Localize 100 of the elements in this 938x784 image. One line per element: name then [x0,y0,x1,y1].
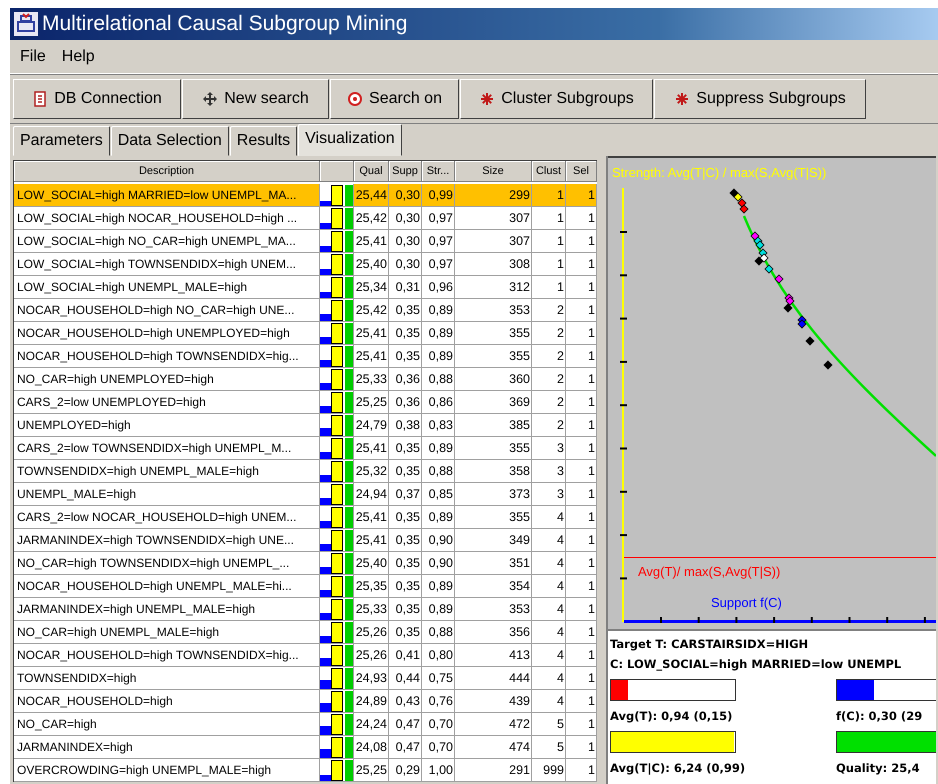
table-cell[interactable]: TOWNSENDIDX=high [14,667,320,690]
data-point [737,198,747,208]
table-cell[interactable]: CARS_2=low TOWNSENDIDX=high UNEMPL_M... [14,437,320,460]
column-header[interactable]: Description [14,161,320,182]
quality-bar [345,461,353,482]
table-cell[interactable]: NOCAR_HOUSEHOLD=high [14,690,320,713]
column-header[interactable]: Str... [422,161,455,182]
data-point [759,253,769,263]
table-cell: 0,37 [389,483,422,506]
strength-bar [331,507,343,528]
quality-bar [345,323,353,344]
column-header[interactable]: Supp [389,161,422,182]
column-header[interactable]: Sel [566,161,597,182]
toolbar-button[interactable]: Suppress Subgroups [654,79,866,119]
table-cell[interactable]: LOW_SOCIAL=high NOCAR_HOUSEHOLD=high ... [14,207,320,230]
target-icon [347,91,364,107]
table-cell: 24,93 [354,667,389,690]
table-cell: 24,79 [354,414,389,437]
table-cell: 1 [566,299,597,322]
strength-bar [331,461,343,482]
table-cell: 439 [455,690,532,713]
table-cell: 4 [532,529,566,552]
column-header[interactable]: Size [455,161,532,182]
table-cell: 1 [566,598,597,621]
table-cell[interactable]: NO_CAR=high [14,713,320,736]
menu-item[interactable]: Help [54,48,103,66]
quality-bar [345,254,353,275]
table-cell[interactable]: NO_CAR=high TOWNSENDIDX=high UNEMPL_... [14,552,320,575]
data-point [785,296,795,306]
table-cell: 1 [566,506,597,529]
table-cell[interactable]: JARMANINDEX=high [14,736,320,759]
tab[interactable]: Data Selection [110,126,229,156]
table-cell: 354 [455,575,532,598]
table-cell: 1,00 [422,759,455,782]
table-cell: 1 [566,552,597,575]
table-cell[interactable]: NOCAR_HOUSEHOLD=high TOWNSENDIDX=hig... [14,644,320,667]
table-cell[interactable]: UNEMPLOYED=high [14,414,320,437]
toolbar-button[interactable]: Cluster Subgroups [460,79,653,119]
table-cell: 385 [455,414,532,437]
table-cell: 0,99 [422,184,455,207]
table-cell[interactable]: LOW_SOCIAL=high UNEMPL_MALE=high [14,276,320,299]
table-cell: 1 [566,736,597,759]
table-cell[interactable]: UNEMPL_MALE=high [14,483,320,506]
tab[interactable]: Parameters [13,126,110,156]
quality-bar [345,737,353,758]
table-cell: 0,35 [389,437,422,460]
table-cell[interactable]: NOCAR_HOUSEHOLD=high UNEMPL_MALE=hi... [14,575,320,598]
table-cell: 3 [532,483,566,506]
quality-bar [345,392,353,413]
table-cell: 358 [455,460,532,483]
table-cell[interactable]: TOWNSENDIDX=high UNEMPL_MALE=high [14,460,320,483]
data-point [783,303,793,313]
strength-bar [331,392,343,413]
table-cell[interactable]: JARMANINDEX=high TOWNSENDIDX=high UNE... [14,529,320,552]
strength-bar [331,208,343,229]
table-cell: 0,29 [389,759,422,782]
tab[interactable]: Visualization [298,124,402,156]
table-cell: 0,35 [389,322,422,345]
table-cell: 0,75 [422,667,455,690]
table-cell[interactable]: NO_CAR=high UNEMPL_MALE=high [14,621,320,644]
table-cell[interactable]: NOCAR_HOUSEHOLD=high NO_CAR=high UNE... [14,299,320,322]
strength-bar [331,530,343,551]
table-cell[interactable]: CARS_2=low UNEMPLOYED=high [14,391,320,414]
table-cell: 0,38 [389,414,422,437]
quality-bar [345,553,353,574]
table-cell: 999 [532,759,566,782]
toolbar-button[interactable]: New search [182,79,329,119]
table-cell: 5 [532,713,566,736]
quality-bar [345,645,353,666]
table-cell[interactable]: NOCAR_HOUSEHOLD=high TOWNSENDIDX=hig... [14,345,320,368]
table-cell[interactable]: LOW_SOCIAL=high TOWNSENDIDX=high UNEM... [14,253,320,276]
table-cell: 1 [566,322,597,345]
toolbar-button[interactable]: Search on [330,79,459,119]
tab[interactable]: Results [230,126,298,156]
toolbar-button[interactable]: DB Connection [13,79,181,119]
column-header[interactable] [320,161,354,182]
table-cell: 0,76 [422,690,455,713]
table-cell[interactable]: NO_CAR=high UNEMPLOYED=high [14,368,320,391]
table-cell: 1 [532,207,566,230]
table-cell: 24,89 [354,690,389,713]
document-icon [32,91,48,107]
table-cell[interactable]: LOW_SOCIAL=high MARRIED=low UNEMPL_MA... [14,184,320,207]
table-cell: 25,41 [354,230,389,253]
table-cell: 356 [455,621,532,644]
table-cell: 1 [566,713,597,736]
table-cell[interactable]: OVERCROWDING=high UNEMPL_MALE=high [14,759,320,782]
column-header[interactable]: Qual [354,161,389,182]
table-cell: 0,47 [389,736,422,759]
menu-item[interactable]: File [12,48,54,66]
table-cell: 1 [566,690,597,713]
table-cell: 0,89 [422,437,455,460]
table-cell[interactable]: CARS_2=low NOCAR_HOUSEHOLD=high UNEM... [14,506,320,529]
table-cell[interactable]: NOCAR_HOUSEHOLD=high UNEMPLOYED=high [14,322,320,345]
meter-label: f(C): 0,30 (29 [836,708,924,725]
table-cell: 0,88 [422,368,455,391]
table-cell[interactable]: LOW_SOCIAL=high NO_CAR=high UNEMPL_MA... [14,230,320,253]
table-cell: 1 [566,759,597,782]
table-cell[interactable]: JARMANINDEX=high UNEMPL_MALE=high [14,598,320,621]
table-cell: 0,89 [422,575,455,598]
column-header[interactable]: Clust [532,161,566,182]
